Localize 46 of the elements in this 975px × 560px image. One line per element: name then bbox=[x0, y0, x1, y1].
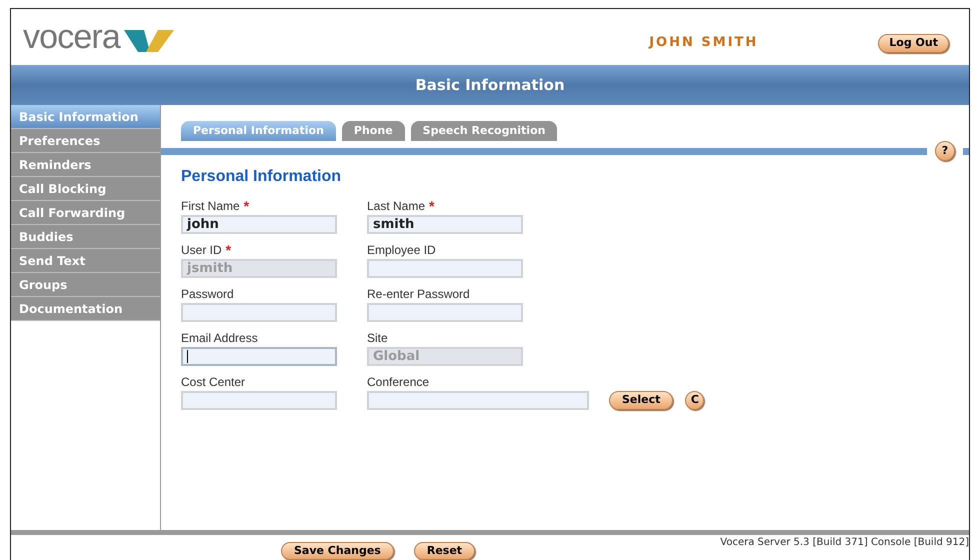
input-field[interactable] bbox=[181, 391, 337, 410]
field-label: Re-enter Password bbox=[367, 286, 470, 303]
required-mark: * bbox=[226, 240, 232, 260]
user-name: JOHN SMITH bbox=[649, 34, 758, 52]
help-button[interactable]: ? bbox=[935, 141, 955, 161]
input-field[interactable] bbox=[367, 259, 523, 278]
input-field[interactable]: smith bbox=[367, 215, 523, 234]
field-label: Cost Center bbox=[181, 374, 246, 391]
clear-button[interactable]: C bbox=[685, 391, 704, 410]
input-field[interactable] bbox=[367, 391, 589, 410]
version-text: Vocera Server 5.3 [Build 371] Console [Build 912] bbox=[720, 536, 969, 550]
input-field[interactable] bbox=[181, 347, 337, 366]
field-label: Last Name bbox=[367, 198, 426, 215]
tab[interactable]: Personal Information bbox=[181, 121, 336, 141]
reset-button[interactable]: Reset bbox=[414, 542, 476, 560]
sidebar-item[interactable]: Send Text bbox=[11, 249, 160, 273]
sidebar-item[interactable]: Documentation bbox=[11, 297, 160, 321]
tab[interactable]: Phone bbox=[342, 121, 405, 141]
input-field[interactable]: john bbox=[181, 215, 337, 234]
save-changes-button[interactable]: Save Changes bbox=[281, 542, 394, 560]
field-label: Password bbox=[181, 286, 234, 303]
field-label: Site bbox=[367, 330, 388, 347]
title-bar: Basic Information bbox=[11, 65, 969, 105]
sidebar-item[interactable]: Buddies bbox=[11, 225, 160, 249]
input-field[interactable] bbox=[367, 303, 523, 322]
select-button[interactable]: Select bbox=[609, 391, 674, 410]
sidebar-item[interactable]: Call Forwarding bbox=[11, 201, 160, 225]
sidebar-item[interactable]: Call Blocking bbox=[11, 177, 160, 201]
tab-strip-bar bbox=[963, 148, 969, 154]
required-mark: * bbox=[429, 196, 434, 216]
field-label: Email Address bbox=[181, 330, 258, 347]
field-label: Employee ID bbox=[367, 242, 436, 259]
sidebar-item[interactable]: Basic Information bbox=[11, 105, 160, 129]
logout-button[interactable]: Log Out bbox=[878, 34, 949, 52]
required-mark: * bbox=[244, 196, 250, 216]
sidebar-item[interactable]: Reminders bbox=[11, 153, 160, 177]
tab[interactable]: Speech Recognition bbox=[410, 121, 558, 141]
field-label: User ID bbox=[181, 242, 222, 259]
field-label: Conference bbox=[367, 374, 430, 391]
input-field[interactable] bbox=[181, 303, 337, 322]
field-label: First Name bbox=[181, 198, 240, 215]
section-title: Personal Information bbox=[181, 167, 342, 187]
logo-wordmark: vocera bbox=[23, 20, 120, 54]
logo-v-icon bbox=[124, 28, 174, 54]
sidebar-item[interactable]: Preferences bbox=[11, 129, 160, 153]
sidebar-item[interactable]: Groups bbox=[11, 273, 160, 297]
